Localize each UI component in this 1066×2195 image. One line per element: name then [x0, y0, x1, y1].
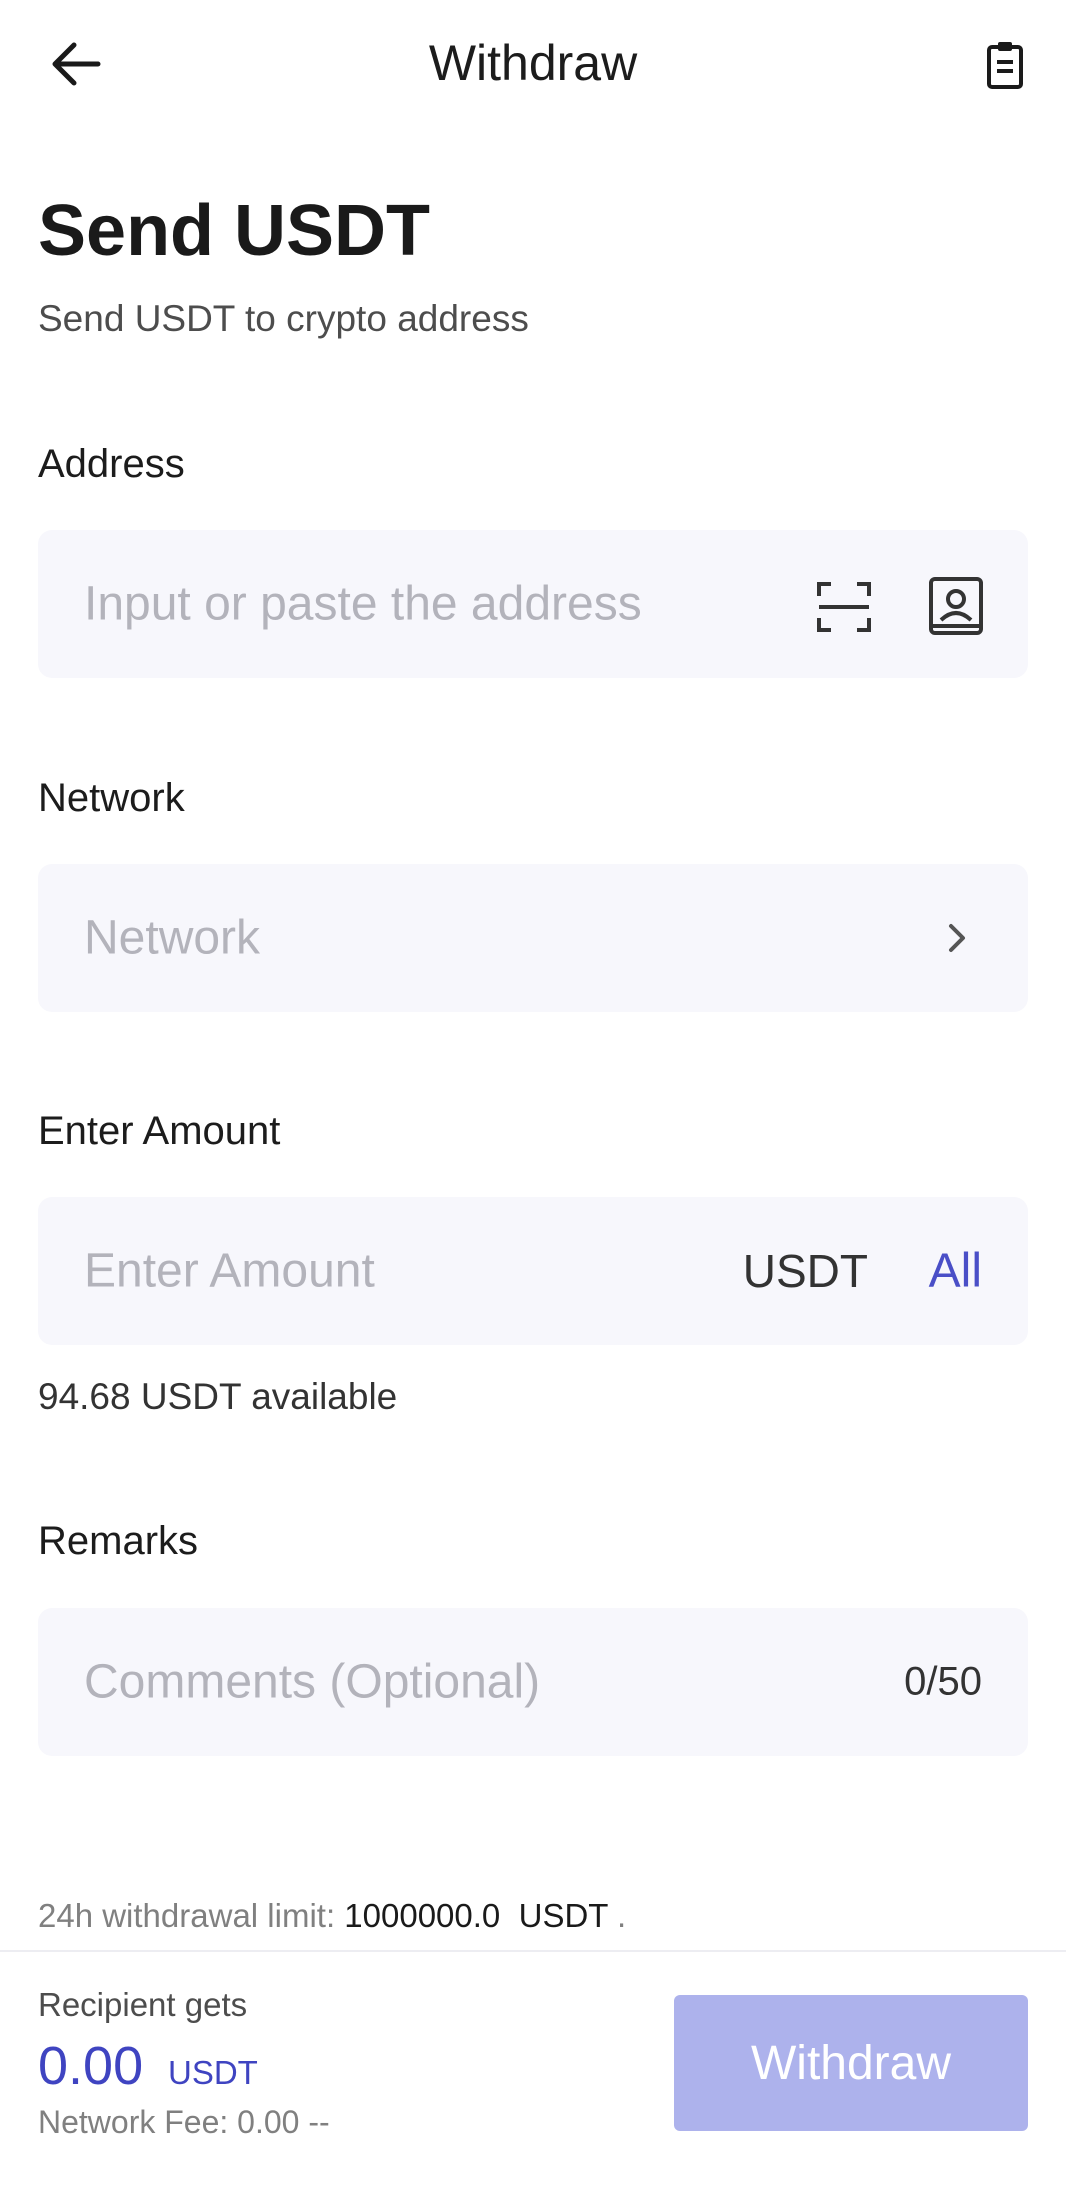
address-book-button[interactable]: [928, 576, 984, 636]
header-title: Withdraw: [428, 35, 638, 91]
network-placeholder: Network: [84, 911, 261, 965]
amount-label: Enter Amount: [38, 1109, 281, 1153]
limit-value: 1000000.0: [344, 1897, 501, 1934]
recipient-unit: USDT: [168, 2054, 258, 2091]
address-book-icon: [929, 577, 983, 635]
all-button[interactable]: All: [929, 1244, 982, 1299]
network-label: Network: [38, 776, 185, 820]
network-selector[interactable]: Network: [38, 864, 1028, 1012]
page-subtitle: Send USDT to crypto address: [38, 298, 529, 339]
recipient-label: Recipient gets: [38, 1986, 248, 2023]
limit-prefix: 24h withdrawal limit:: [38, 1897, 345, 1934]
recipient-amount: 0.00: [38, 2036, 144, 2096]
withdrawal-limit: 24h withdrawal limit: 1000000.0 USDT .: [38, 1897, 626, 1935]
remarks-label: Remarks: [38, 1519, 199, 1563]
remarks-placeholder: Comments (Optional): [84, 1655, 541, 1709]
remarks-counter: 0/50: [904, 1659, 982, 1704]
footer-divider: [0, 1950, 1066, 1952]
top-bar: Withdraw: [0, 0, 1066, 130]
address-placeholder: Input or paste the address: [84, 577, 642, 631]
scan-icon: [817, 582, 871, 632]
chevron-right-icon: [949, 924, 965, 952]
available-balance: 94.68 USDT available: [38, 1376, 398, 1417]
address-field[interactable]: Input or paste the address: [38, 530, 1028, 678]
address-label: Address: [38, 442, 185, 486]
limit-unit: USDT: [518, 1897, 608, 1934]
amount-unit: USDT: [742, 1245, 868, 1297]
records-button[interactable]: [980, 38, 1030, 92]
limit-suffix: .: [607, 1897, 627, 1934]
clipboard-icon: [987, 42, 1023, 89]
network-fee: Network Fee: 0.00 --: [38, 2104, 330, 2140]
amount-placeholder: Enter Amount: [84, 1244, 375, 1298]
page-title: Send USDT: [38, 191, 431, 271]
withdraw-button[interactable]: Withdraw: [674, 1995, 1028, 2131]
scan-qr-button[interactable]: [816, 580, 872, 634]
remarks-field[interactable]: Comments (Optional) 0/50: [38, 1608, 1028, 1756]
amount-field[interactable]: Enter Amount USDT All: [38, 1197, 1028, 1345]
